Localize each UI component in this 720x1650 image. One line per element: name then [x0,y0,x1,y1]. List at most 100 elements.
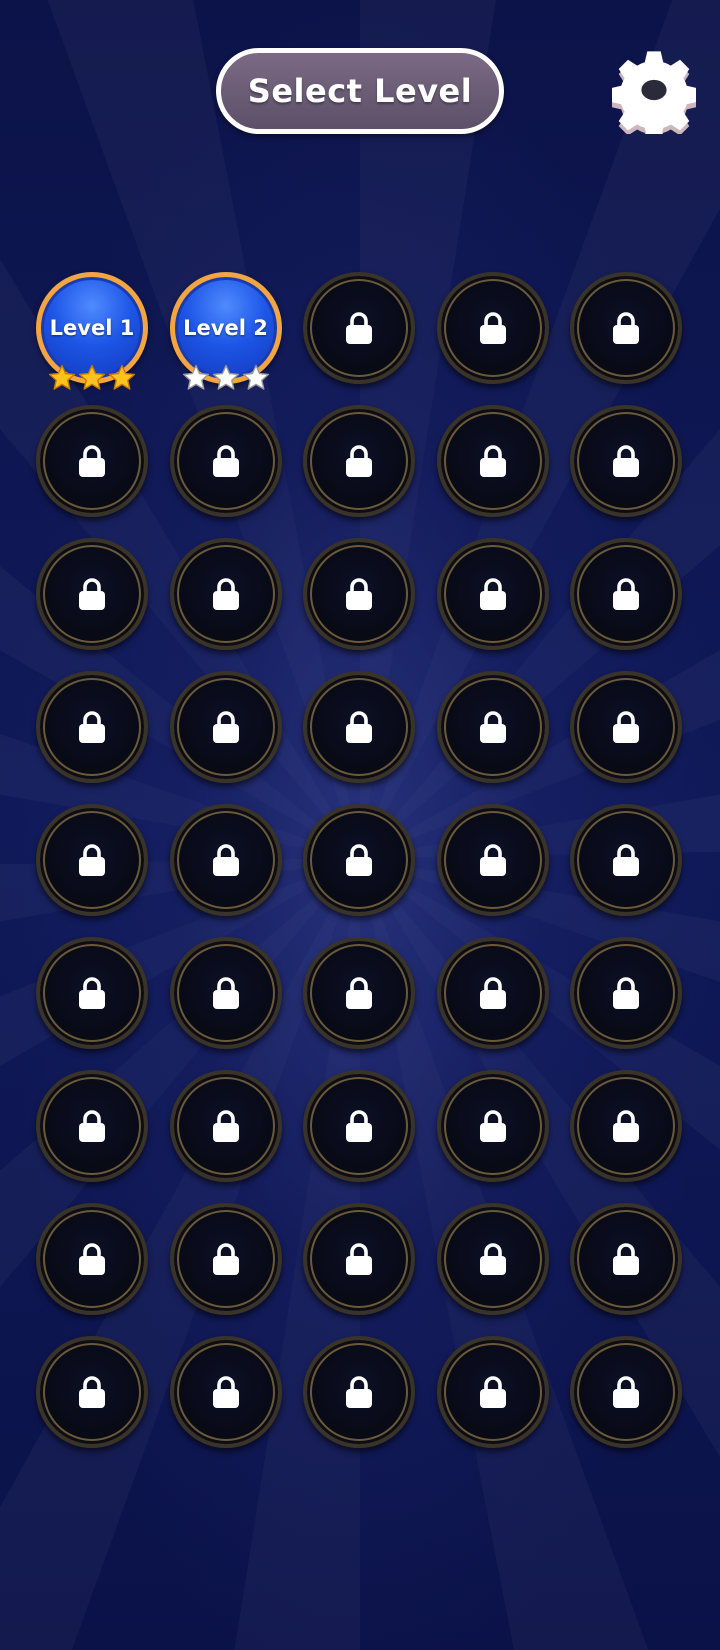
settings-button[interactable] [610,46,698,144]
locked-level-button[interactable] [169,1336,282,1448]
locked-level-badge [36,671,148,783]
locked-level-badge [169,1070,282,1182]
lock-icon [346,445,372,477]
lock-icon [212,445,239,477]
locked-level-button[interactable] [169,405,282,517]
lock-icon [79,578,105,610]
locked-level-button[interactable] [570,1203,682,1315]
locked-level-badge [436,671,549,783]
lock-icon [613,711,639,743]
lock-icon [346,844,372,876]
locked-level-badge [36,937,148,1049]
locked-level-badge [169,405,282,517]
locked-level-button[interactable] [169,1203,282,1315]
locked-level-badge [36,804,148,916]
locked-level-button[interactable] [436,1336,549,1448]
locked-level-button[interactable] [303,671,415,783]
level-label: Level 1 [49,316,135,340]
locked-level-button[interactable] [570,405,682,517]
locked-level-button[interactable] [169,538,282,650]
locked-level-button[interactable] [36,1336,148,1448]
locked-level-button[interactable] [36,538,148,650]
locked-level-button[interactable] [303,538,415,650]
locked-level-button[interactable] [169,804,282,916]
locked-level-button[interactable] [36,1070,148,1182]
locked-level-button[interactable] [570,1070,682,1182]
locked-level-button[interactable] [436,538,549,650]
locked-level-button[interactable] [570,272,682,384]
locked-level-badge [436,1336,549,1448]
locked-level-button[interactable] [570,937,682,1049]
lock-icon [346,1243,372,1275]
star-filled-icon [78,364,106,390]
lock-icon [613,844,639,876]
page-title-label: Select Level [247,72,473,110]
locked-level-button[interactable] [570,538,682,650]
level-button[interactable]: Level 2 [169,272,282,390]
lock-icon [346,1110,372,1142]
lock-icon [613,445,639,477]
level-grid: Level 1 Level 2 [36,272,682,1448]
locked-level-badge [303,1203,415,1315]
locked-level-button[interactable] [303,272,415,384]
lock-icon [346,312,372,344]
locked-level-button[interactable] [570,804,682,916]
star-empty-icon [242,364,269,390]
lock-icon [79,1243,105,1275]
level-button[interactable]: Level 1 [36,272,148,390]
locked-level-badge [169,804,282,916]
locked-level-button[interactable] [36,671,148,783]
star-filled-icon [48,364,76,390]
locked-level-button[interactable] [436,671,549,783]
lock-icon [346,977,372,1009]
locked-level-button[interactable] [36,804,148,916]
locked-level-badge [36,538,148,650]
locked-level-badge [570,671,682,783]
lock-icon [613,578,639,610]
locked-level-badge [303,937,415,1049]
locked-level-badge [36,1070,148,1182]
star-rating [182,364,270,392]
lock-icon [613,1376,639,1408]
lock-icon [212,844,239,876]
locked-level-button[interactable] [436,1203,549,1315]
locked-level-badge [303,804,415,916]
locked-level-button[interactable] [303,937,415,1049]
locked-level-button[interactable] [570,1336,682,1448]
lock-icon [479,312,506,344]
locked-level-button[interactable] [303,1070,415,1182]
locked-level-button[interactable] [36,405,148,517]
lock-icon [613,1110,639,1142]
locked-level-button[interactable] [169,671,282,783]
lock-icon [212,977,239,1009]
locked-level-button[interactable] [169,1070,282,1182]
lock-icon [346,1376,372,1408]
locked-level-button[interactable] [436,405,549,517]
locked-level-button[interactable] [436,272,549,384]
lock-icon [479,445,506,477]
locked-level-badge [436,538,549,650]
locked-level-badge [570,405,682,517]
locked-level-button[interactable] [303,1336,415,1448]
locked-level-button[interactable] [436,804,549,916]
lock-icon [79,1376,105,1408]
locked-level-button[interactable] [303,405,415,517]
locked-level-button[interactable] [169,937,282,1049]
locked-level-badge [169,538,282,650]
locked-level-badge [36,405,148,517]
locked-level-button[interactable] [570,671,682,783]
locked-level-button[interactable] [436,1070,549,1182]
locked-level-button[interactable] [303,804,415,916]
locked-level-badge [570,1336,682,1448]
locked-level-button[interactable] [303,1203,415,1315]
locked-level-button[interactable] [36,1203,148,1315]
star-rating [48,364,136,392]
locked-level-badge [570,937,682,1049]
locked-level-badge [570,538,682,650]
lock-icon [479,1110,506,1142]
locked-level-badge [436,937,549,1049]
locked-level-button[interactable] [36,937,148,1049]
lock-icon [212,1110,239,1142]
lock-icon [212,1243,239,1275]
locked-level-button[interactable] [436,937,549,1049]
